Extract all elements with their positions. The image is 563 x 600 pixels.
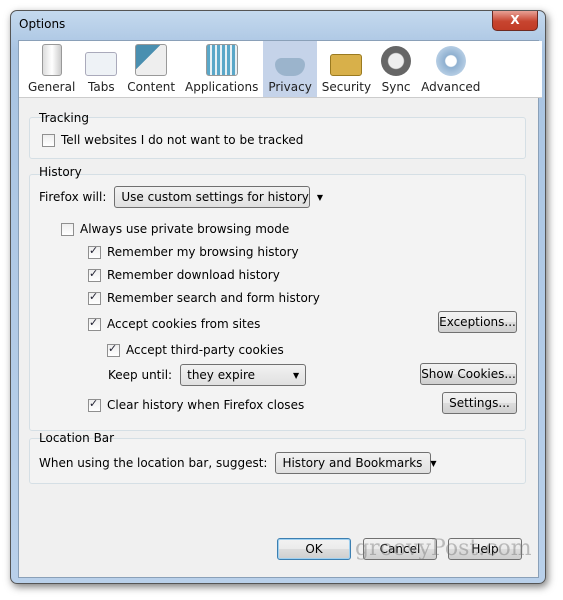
content-icon	[135, 44, 168, 76]
checkbox-box[interactable]	[88, 290, 101, 305]
settings-button[interactable]: Settings...	[442, 392, 517, 414]
folder-tab-icon	[85, 52, 118, 76]
options-window: Options X General Tabs Content Applicati…	[10, 10, 546, 584]
checkbox-box[interactable]	[88, 316, 101, 331]
history-title: History	[39, 165, 82, 179]
checkbox-box[interactable]	[107, 342, 120, 357]
gear-icon	[435, 46, 466, 76]
chevron-down-icon: ▼	[292, 370, 300, 380]
firefox-will-row: Firefox will: Use custom settings for his…	[39, 186, 323, 208]
keep-until-dropdown[interactable]: they expire ▼	[180, 364, 307, 386]
sync-icon	[381, 46, 412, 76]
accept-cookies-checkbox[interactable]: Accept cookies from sites	[88, 316, 260, 331]
mask-icon	[275, 58, 306, 76]
padlock-icon	[330, 54, 363, 76]
tab-security[interactable]: Security	[317, 41, 376, 97]
ok-button[interactable]: OK	[277, 538, 351, 560]
chevron-down-icon: ▼	[430, 458, 437, 468]
cancel-button[interactable]: Cancel	[363, 538, 437, 560]
dnt-checkbox[interactable]: Tell websites I do not want to be tracke…	[42, 133, 303, 147]
chevron-down-icon: ▼	[316, 192, 324, 202]
dialog-body: General Tabs Content Applications Privac…	[18, 40, 542, 578]
checkbox-box[interactable]	[42, 133, 55, 147]
checkbox-box[interactable]	[88, 267, 101, 282]
pane-toolbar: General Tabs Content Applications Privac…	[19, 41, 542, 98]
private-browsing-checkbox[interactable]: Always use private browsing mode	[61, 222, 289, 236]
tab-tabs[interactable]: Tabs	[80, 41, 122, 97]
tab-applications[interactable]: Applications	[180, 41, 263, 97]
tab-advanced[interactable]: Advanced	[416, 41, 485, 97]
applications-icon	[205, 44, 238, 76]
tracking-title: Tracking	[39, 111, 89, 125]
suggest-dropdown[interactable]: History and Bookmarks ▼	[275, 452, 437, 474]
clear-history-checkbox[interactable]: Clear history when Firefox closes	[88, 397, 304, 412]
tab-privacy[interactable]: Privacy	[263, 41, 317, 97]
tab-sync[interactable]: Sync	[376, 41, 416, 97]
search-history-checkbox[interactable]: Remember search and form history	[88, 290, 320, 305]
location-bar-title: Location Bar	[39, 431, 115, 445]
history-mode-dropdown[interactable]: Use custom settings for history ▼	[114, 186, 323, 208]
window-title: Options	[19, 17, 66, 31]
keep-until-row: Keep until: they expire ▼	[108, 364, 307, 386]
checkbox-box[interactable]	[61, 222, 74, 236]
suggest-row: When using the location bar, suggest: His…	[39, 452, 437, 474]
switch-icon	[41, 44, 62, 76]
tab-general[interactable]: General	[23, 41, 80, 97]
checkbox-box[interactable]	[88, 244, 101, 259]
exceptions-button[interactable]: Exceptions...	[438, 311, 517, 333]
checkbox-box[interactable]	[88, 397, 101, 412]
tab-content[interactable]: Content	[122, 41, 180, 97]
show-cookies-button[interactable]: Show Cookies...	[420, 363, 517, 385]
third-party-cookies-checkbox[interactable]: Accept third-party cookies	[107, 342, 284, 357]
download-history-checkbox[interactable]: Remember download history	[88, 267, 280, 282]
close-button[interactable]: X	[492, 11, 538, 31]
help-button[interactable]: Help	[448, 538, 522, 560]
browsing-history-checkbox[interactable]: Remember my browsing history	[88, 244, 299, 259]
